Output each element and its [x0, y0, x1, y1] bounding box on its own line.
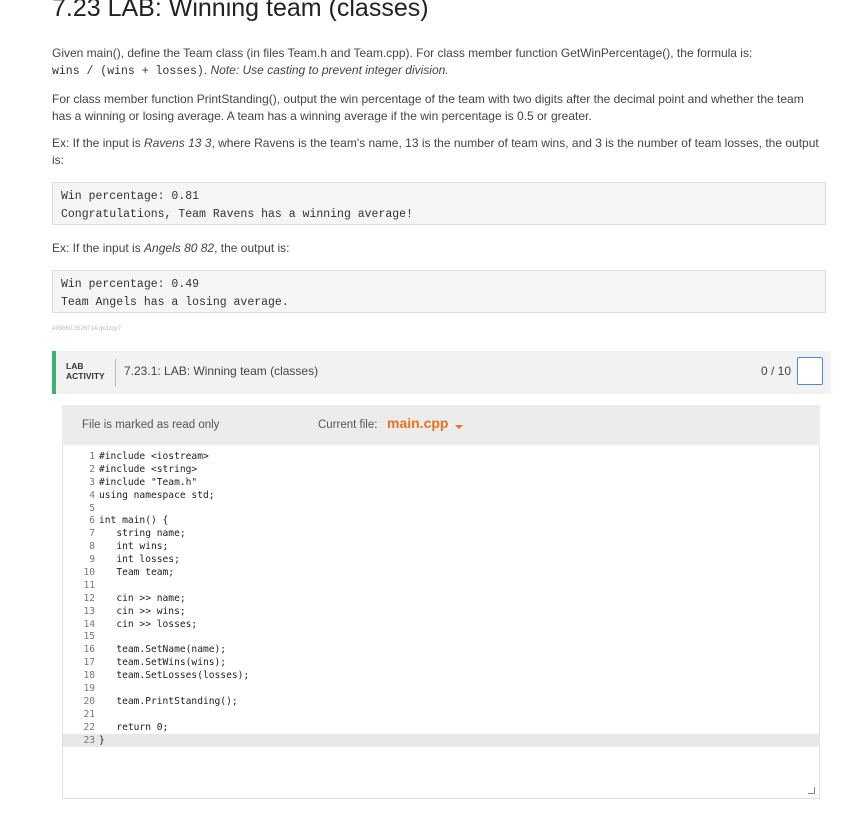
code-line[interactable] [99, 709, 249, 722]
line-number: 9 [89, 554, 95, 566]
example2-intro: Ex: If the input is [52, 241, 145, 255]
line-number: 5 [89, 502, 95, 514]
line-number: 6 [89, 515, 95, 527]
code-line[interactable]: int wins; [99, 541, 249, 554]
example2-paragraph: Ex: If the input is Angels 80 82, the ou… [52, 240, 822, 257]
code-line[interactable]: team.SetLosses(losses); [99, 670, 249, 683]
code-line[interactable] [99, 683, 249, 696]
code-line[interactable]: using namespace std; [99, 490, 249, 503]
example2-output-line1: Win percentage: 0.49 [61, 278, 200, 291]
lab-score: 0 / 10 [760, 364, 791, 378]
example2-output-line2: Team Angels has a losing average. [61, 296, 289, 309]
lab-activity-header: LAB ACTIVITY 7.23.1: LAB: Winning team (… [52, 351, 831, 394]
line-number: 3 [89, 476, 95, 488]
code-line[interactable]: return 0; [99, 722, 249, 735]
lab-title: 7.23.1: LAB: Winning team (classes) [124, 364, 319, 378]
example1-paragraph: Ex: If the input is Ravens 13 3, where R… [52, 135, 822, 169]
lab-tag-line2: ACTIVITY [66, 371, 105, 381]
line-number: 16 [83, 644, 95, 656]
code-line[interactable]: team.SetName(name); [99, 644, 249, 657]
line-number: 2 [89, 463, 95, 475]
line-number: 11 [83, 579, 95, 591]
example1-output-line2: Congratulations, Team Ravens has a winni… [61, 208, 413, 221]
code-content[interactable]: #include <iostream> #include <string> #inc… [99, 451, 249, 747]
formula-code: wins / (wins + losses) [52, 65, 204, 78]
line-number: 17 [83, 657, 95, 669]
example2-output-box: Win percentage: 0.49 Team Angels has a l… [52, 270, 826, 313]
example1-output-line1: Win percentage: 0.81 [61, 190, 200, 203]
line-number: 7 [89, 528, 95, 540]
print-standing-paragraph: For class member function PrintStanding(… [52, 92, 804, 123]
line-number: 14 [83, 618, 95, 630]
line-number: 15 [83, 631, 95, 643]
line-number: 20 [83, 695, 95, 707]
code-line[interactable]: cin >> name; [99, 593, 249, 606]
line-number: 22 [83, 721, 95, 733]
code-line[interactable]: #include <iostream> [99, 451, 249, 464]
activity-id: 499680.3526714.qx3zqy7 [52, 326, 122, 332]
code-line[interactable] [99, 580, 249, 593]
readonly-notice: File is marked as read only [82, 419, 220, 431]
casting-note: Note: Use casting to prevent integer div… [210, 63, 449, 77]
example1-output-box: Win percentage: 0.81 Congratulations, Te… [52, 182, 826, 225]
code-line[interactable]: team.SetWins(wins); [99, 657, 249, 670]
lab-divider [115, 359, 116, 386]
completion-checkbox [797, 357, 823, 385]
line-number: 13 [83, 605, 95, 617]
lab-activity-tag: LAB ACTIVITY [66, 361, 105, 381]
editor-toolbar: File is marked as read only Current file… [62, 405, 820, 445]
example1-intro: Ex: If the input is [52, 136, 145, 150]
code-line[interactable]: string name; [99, 528, 249, 541]
line-number: 18 [83, 670, 95, 682]
chevron-down-icon[interactable] [455, 425, 463, 429]
code-line[interactable]: Team team; [99, 567, 249, 580]
example2-input: Angels 80 82 [144, 241, 215, 255]
current-file-label: Current file: [318, 419, 378, 431]
code-line[interactable] [99, 631, 249, 644]
description-text: Given main(), define the Team class (in … [52, 46, 753, 60]
line-number: 23 [83, 734, 95, 746]
line-number: 19 [83, 683, 95, 695]
code-editor-panel: File is marked as read only Current file… [52, 394, 831, 813]
line-number: 1 [89, 451, 95, 462]
line-number: 21 [83, 708, 95, 720]
code-line[interactable]: cin >> wins; [99, 606, 249, 619]
code-line[interactable]: int main() { [99, 515, 249, 528]
example1-input: Ravens 13 3 [144, 136, 212, 150]
current-file-dropdown[interactable]: main.cpp [387, 415, 448, 431]
code-line[interactable]: cin >> losses; [99, 619, 249, 632]
page-title: 7.23 LAB: Winning team (classes) [52, 0, 429, 22]
line-number: 8 [89, 541, 95, 553]
description-paragraph: Given main(), define the Team class (in … [52, 46, 753, 78]
code-line[interactable]: #include <string> [99, 464, 249, 477]
line-number: 10 [83, 567, 95, 579]
code-line[interactable] [99, 503, 249, 516]
code-line[interactable]: #include "Team.h" [99, 477, 249, 490]
code-line[interactable]: } [99, 735, 249, 748]
code-line[interactable]: team.PrintStanding(); [99, 696, 249, 709]
lab-tag-line1: LAB [66, 361, 84, 371]
resize-handle-icon[interactable] [808, 787, 815, 794]
code-editor[interactable]: 1 2 3 4 5 6 7 8 9 10 11 12 13 14 15 16 17 18 19 20 21 22 23 #i… [62, 445, 820, 799]
line-number: 4 [89, 489, 95, 501]
line-number-gutter: 1 2 3 4 5 6 7 8 9 10 11 12 13 14 15 16 17 18 19 20 21 22 23 [63, 451, 95, 747]
line-number: 12 [83, 592, 95, 604]
code-line[interactable]: int losses; [99, 554, 249, 567]
example2-rest: , the output is: [214, 241, 290, 255]
